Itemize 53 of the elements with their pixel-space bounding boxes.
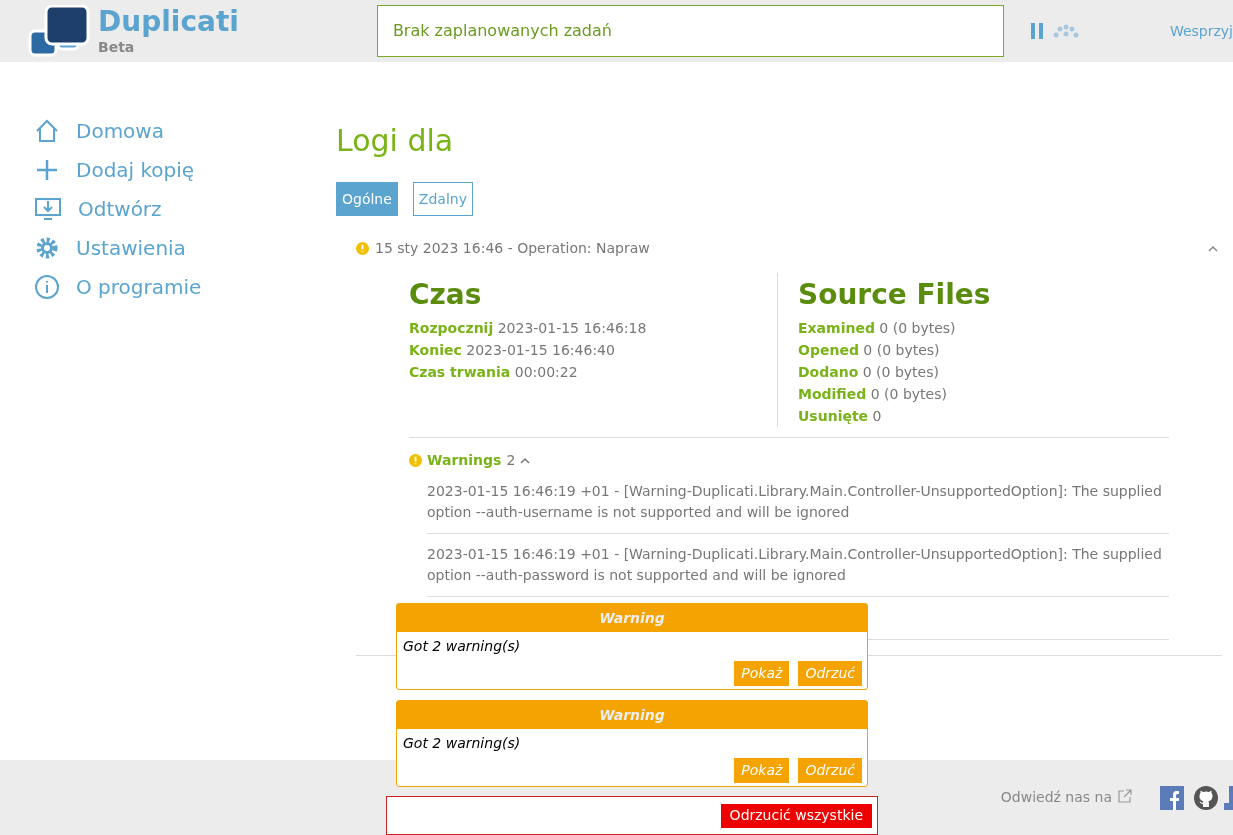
chevron-up-icon[interactable] — [1208, 245, 1218, 252]
sidebar-item[interactable]: Domowa — [34, 118, 336, 144]
edition-label: Beta — [98, 40, 136, 54]
sidebar-item[interactable]: Dodaj kopię — [34, 157, 336, 183]
gauge-dots-icon — [1052, 24, 1079, 38]
toast-button[interactable]: Pokaż — [734, 661, 790, 686]
stat-line: Czas trwania 00:00:22 — [409, 363, 579, 382]
stat-line: Opened 0 (0 bytes) — [798, 341, 941, 360]
settings-icon — [34, 235, 60, 261]
home-icon — [34, 118, 60, 144]
toast-message: Got 2 warning(s) — [402, 637, 522, 656]
info-icon — [34, 274, 60, 300]
stat-line: Dodano 0 (0 bytes) — [798, 363, 940, 382]
page-title: Logi dla — [336, 126, 455, 156]
sidebar-item[interactable]: Odtwórz — [34, 196, 336, 222]
sidebar-item[interactable]: O programie — [34, 274, 336, 300]
section-heading: Czas — [409, 281, 483, 309]
toast-title: Warning — [397, 604, 867, 632]
tab[interactable]: Zdalny — [412, 182, 473, 216]
pause-button[interactable] — [1030, 23, 1043, 39]
facebook-icon[interactable] — [1160, 785, 1184, 810]
toast-button[interactable]: Pokaż — [734, 758, 790, 783]
log-entry-header[interactable]: 15 sty 2023 16:46 - Operation: Napraw — [356, 238, 650, 259]
external-link-icon — [1118, 788, 1132, 803]
toast-title: Warning — [397, 701, 867, 729]
donate-link[interactable]: Wesprzyj — [1169, 20, 1233, 42]
chevron-up-icon — [520, 457, 531, 464]
stat-line: Examined 0 (0 bytes) — [798, 319, 957, 338]
toast-button[interactable]: Odrzuć — [798, 661, 862, 686]
status-box: Brak zaplanowanych zadań — [376, 5, 1004, 57]
tab[interactable]: Ogólne — [336, 182, 398, 216]
warning-message: 2023-01-15 16:46:19 +01 - [Warning-Duplicati.Library.Main.Controller-UnsupportedOption]: The supplied option --auth-password is not supported and will be ignored — [427, 544, 1169, 597]
toast-message: Got 2 warning(s) — [402, 734, 522, 753]
stat-line: Rozpocznij 2023-01-15 16:46:18 — [409, 319, 648, 338]
monitor-download-icon — [34, 196, 62, 222]
app-name: Duplicati — [98, 8, 239, 36]
github-icon[interactable] — [1194, 785, 1218, 810]
stat-line: Modified 0 (0 bytes) — [798, 385, 948, 404]
stat-line: Usunięte 0 — [798, 407, 883, 426]
dismiss-all-button[interactable]: Odrzucić wszystkie — [720, 803, 872, 828]
plus-icon — [34, 157, 60, 183]
blog-icon[interactable] — [1224, 785, 1233, 810]
sidebar-item[interactable]: Ustawienia — [34, 235, 336, 261]
logo-icon — [28, 5, 90, 57]
toast-button[interactable]: Odrzuć — [798, 758, 862, 783]
warning-message: 2023-01-15 16:46:19 +01 - [Warning-Duplicati.Library.Main.Controller-UnsupportedOption]: The supplied option --auth-username is not supported and will be ignored — [427, 481, 1169, 534]
section-heading: Source Files — [798, 281, 991, 309]
warning-icon — [356, 242, 369, 255]
visit-text: Odwiedź nas na — [1000, 788, 1112, 807]
stat-line: Koniec 2023-01-15 16:46:40 — [409, 341, 616, 360]
warning-icon — [409, 454, 422, 467]
pause-icon — [1030, 23, 1043, 39]
warnings-toggle[interactable]: Warnings 2 — [409, 450, 531, 471]
